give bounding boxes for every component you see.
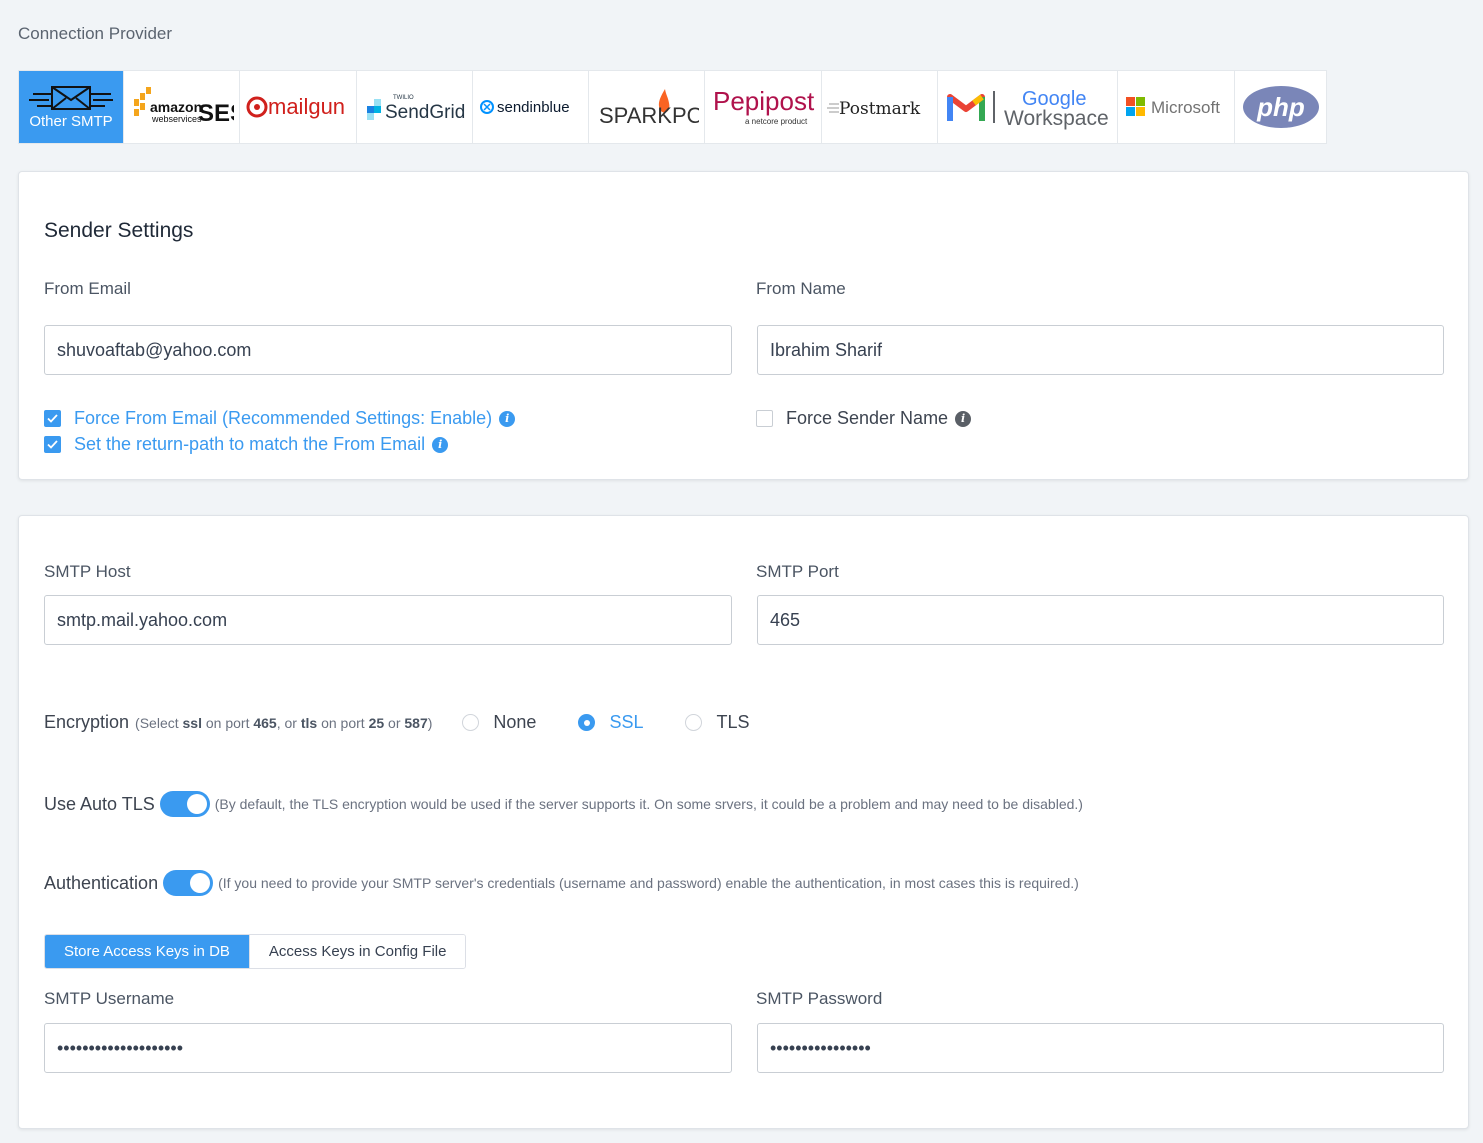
sparkpost-logo: SPARKPOST: [599, 89, 699, 128]
from-email-input[interactable]: [44, 325, 732, 375]
encryption-label: Encryption: [44, 712, 130, 732]
return-path-checkbox[interactable]: [44, 436, 61, 453]
smtp-username-input[interactable]: [44, 1023, 732, 1073]
postmark-logo: Postmark: [826, 99, 921, 119]
provider-php[interactable]: php: [1235, 71, 1326, 143]
from-name-input[interactable]: [757, 325, 1444, 375]
encryption-radio-tls[interactable]: TLS: [685, 712, 749, 733]
smtp-port-label: SMTP Port: [756, 562, 839, 581]
mailgun-text: mailgun: [268, 94, 345, 119]
authentication-toggle[interactable]: [163, 870, 214, 896]
provider-microsoft[interactable]: Microsoft: [1118, 71, 1235, 143]
sendinblue-logo: sendinblue: [479, 99, 570, 116]
return-path-row[interactable]: Set the return-path to match the From Em…: [44, 434, 449, 455]
force-from-email-checkbox[interactable]: [44, 410, 61, 427]
checkmark-icon: [47, 440, 58, 449]
envelope-icon: [29, 85, 113, 110]
checkmark-icon: [47, 414, 58, 423]
radio-button[interactable]: [462, 714, 480, 731]
store-keys-db-button[interactable]: Store Access Keys in DB: [45, 935, 249, 968]
force-from-email-row[interactable]: Force From Email (Recommended Settings: …: [44, 408, 516, 429]
force-sender-name-row[interactable]: Force Sender Name i: [756, 408, 972, 429]
smtp-host-input[interactable]: [44, 595, 732, 645]
authentication-hint: (If you need to provide your SMTP server…: [218, 875, 1079, 891]
provider-amazon-ses[interactable]: amazon webservices SES: [124, 71, 240, 143]
auto-tls-hint: (By default, the TLS encryption would be…: [214, 796, 1083, 812]
encryption-radio-ssl[interactable]: SSL: [578, 712, 643, 733]
connection-provider-label: Connection Provider: [18, 24, 173, 43]
from-name-label: From Name: [756, 279, 846, 298]
sparkpost-text: SPARKPOST: [599, 103, 699, 128]
smtp-password-label: SMTP Password: [756, 989, 883, 1008]
smtp-host-label: SMTP Host: [44, 562, 131, 581]
force-sender-name-checkbox[interactable]: [756, 410, 773, 427]
encryption-row: Encryption (Select ssl on port 465, or t…: [44, 712, 749, 733]
microsoft-text: Microsoft: [1151, 98, 1220, 117]
provider-other-smtp-label: Other SMTP: [29, 112, 113, 130]
provider-other-smtp[interactable]: Other SMTP: [19, 71, 124, 143]
radio-button[interactable]: [578, 714, 596, 731]
return-path-text: Set the return-path to match the From Em…: [74, 434, 426, 454]
pepipost-text: Pepipost: [713, 86, 815, 116]
provider-postmark[interactable]: Postmark: [822, 71, 938, 143]
force-from-email-text: Force From Email (Recommended Settings: …: [74, 408, 493, 428]
sender-settings-card: Sender Settings From Email From Name For…: [18, 171, 1469, 480]
smtp-settings-card: SMTP Host SMTP Port Encryption (Select s…: [18, 515, 1469, 1129]
microsoft-logo: Microsoft: [1126, 97, 1220, 117]
provider-sparkpost[interactable]: SPARKPOST: [589, 71, 705, 143]
auto-tls-label: Use Auto TLS: [44, 793, 155, 814]
keys-config-file-button[interactable]: Access Keys in Config File: [248, 935, 466, 968]
from-email-label: From Email: [44, 279, 131, 298]
pepipost-logo: Pepipost a netcore product: [713, 86, 815, 126]
provider-pepipost[interactable]: Pepipost a netcore product: [705, 71, 822, 143]
sendgrid-text: SendGrid: [385, 102, 465, 123]
radio-label: None: [493, 712, 537, 732]
smtp-username-label: SMTP Username: [44, 989, 175, 1008]
smtp-password-input[interactable]: [757, 1023, 1444, 1073]
encryption-radio-none[interactable]: None: [462, 712, 536, 733]
google-workspace-logo: Google Workspace: [946, 88, 1109, 130]
provider-mailgun[interactable]: mailgun: [240, 71, 357, 143]
php-logo: php: [1242, 86, 1319, 128]
key-storage-switch: Store Access Keys in DB Access Keys in C…: [44, 934, 467, 969]
radio-button[interactable]: [685, 714, 703, 731]
smtp-port-input[interactable]: [757, 595, 1444, 645]
workspace-text: Workspace: [1004, 107, 1109, 130]
info-icon[interactable]: i: [499, 410, 516, 427]
authentication-label: Authentication: [44, 872, 159, 893]
amazon-sub: webservices: [151, 114, 202, 124]
provider-sendinblue[interactable]: sendinblue: [473, 71, 589, 143]
provider-sendgrid[interactable]: TWILIO SendGrid: [357, 71, 473, 143]
sendinblue-text: sendinblue: [497, 99, 570, 116]
php-text: php: [1256, 92, 1305, 122]
force-sender-name-text: Force Sender Name: [786, 408, 949, 428]
svg-text:SES: SES: [198, 100, 234, 127]
sendgrid-sub: TWILIO: [393, 95, 414, 101]
radio-label: TLS: [716, 712, 750, 732]
pepipost-sub: a netcore product: [745, 117, 808, 126]
postmark-text: Postmark: [839, 99, 921, 119]
provider-google-workspace[interactable]: Google Workspace: [938, 71, 1118, 143]
svg-text:amazon: amazon: [150, 99, 202, 115]
mailgun-logo: mailgun: [246, 94, 345, 119]
auto-tls-toggle[interactable]: [159, 791, 210, 817]
sender-settings-title: Sender Settings: [44, 219, 194, 242]
sendgrid-logo: TWILIO SendGrid: [366, 95, 465, 123]
amazon-ses-logo: amazon webservices SES: [133, 87, 234, 127]
authentication-row: Authentication (If you need to provide y…: [44, 870, 1079, 896]
auto-tls-row: Use Auto TLS (By default, the TLS encryp…: [44, 791, 1083, 817]
info-icon[interactable]: i: [955, 410, 972, 427]
encryption-hint: (Select ssl on port 465, or tls on port …: [135, 714, 433, 731]
info-icon[interactable]: i: [432, 436, 449, 453]
provider-list: Other SMTP amazon webservices SES mailgu…: [18, 70, 1327, 144]
radio-label: SSL: [609, 712, 644, 732]
